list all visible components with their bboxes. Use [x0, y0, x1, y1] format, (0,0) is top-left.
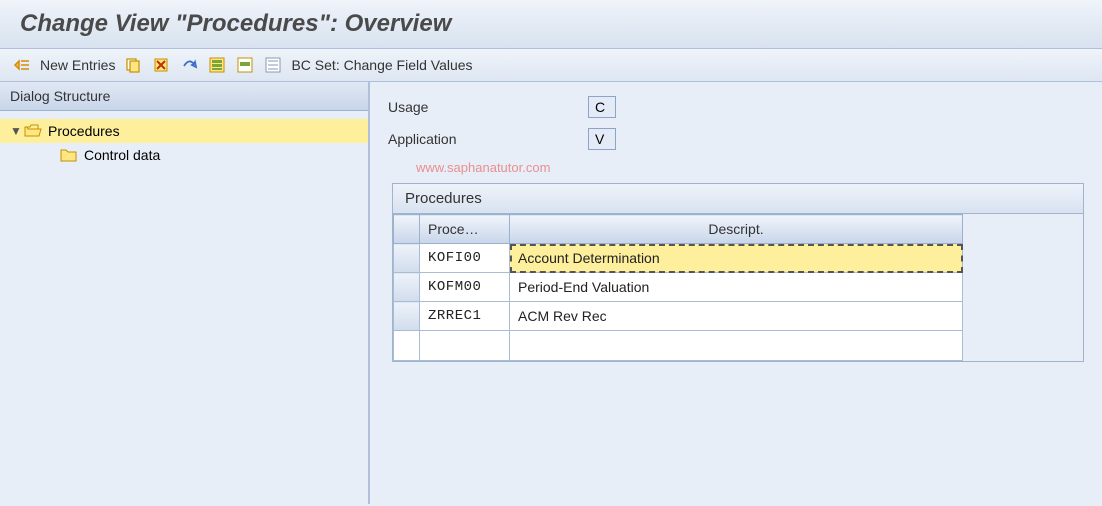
title-bar: Change View "Procedures": Overview [0, 0, 1102, 49]
content: Usage Application www.saphanatutor.com P… [370, 82, 1102, 504]
table-title: Procedures [393, 184, 1083, 214]
delete-icon[interactable] [151, 55, 171, 75]
sidebar-header: Dialog Structure [0, 82, 368, 111]
new-entries-button[interactable]: New Entries [40, 57, 115, 73]
table-row[interactable]: KOFM00Period-End Valuation [394, 273, 963, 302]
folder-open-icon [24, 124, 44, 138]
usage-label: Usage [388, 99, 588, 115]
page-title: Change View "Procedures": Overview [20, 10, 451, 37]
field-application: Application [388, 128, 1084, 150]
cell-procedure[interactable]: KOFM00 [420, 273, 510, 302]
col-description[interactable]: Descript. [510, 215, 963, 244]
cell-description[interactable]: Period-End Valuation [510, 273, 963, 302]
tree: ▼ Procedures Control data [0, 111, 368, 175]
toolbar: New Entries BC Set: Change Field Values [0, 49, 1102, 82]
deselect-all-icon[interactable] [263, 55, 283, 75]
table-row-empty [394, 331, 963, 361]
copy-icon[interactable] [123, 55, 143, 75]
toggle-icon[interactable] [12, 55, 32, 75]
procedures-table: Proce… Descript. KOFI00Account Determina… [393, 214, 963, 361]
row-select[interactable] [394, 273, 420, 302]
folder-icon [60, 148, 80, 162]
main-area: Dialog Structure ▼ Procedures Control da… [0, 82, 1102, 504]
col-select[interactable] [394, 215, 420, 244]
bc-set-button[interactable]: BC Set: Change Field Values [291, 57, 472, 73]
sidebar: Dialog Structure ▼ Procedures Control da… [0, 82, 370, 504]
tree-label: Procedures [48, 123, 120, 139]
application-label: Application [388, 131, 588, 147]
tree-toggle-icon[interactable]: ▼ [10, 124, 24, 138]
col-procedure[interactable]: Proce… [420, 215, 510, 244]
select-all-icon[interactable] [207, 55, 227, 75]
table-row[interactable]: KOFI00Account Determination [394, 244, 963, 273]
cell-description[interactable]: ACM Rev Rec [510, 302, 963, 331]
table-row[interactable]: ZRREC1ACM Rev Rec [394, 302, 963, 331]
undo-icon[interactable] [179, 55, 199, 75]
application-input[interactable] [588, 128, 616, 150]
row-select[interactable] [394, 244, 420, 273]
tree-item-control-data[interactable]: Control data [0, 143, 368, 167]
usage-input[interactable] [588, 96, 616, 118]
cell-description[interactable]: Account Determination [510, 244, 963, 273]
select-block-icon[interactable] [235, 55, 255, 75]
cell-procedure[interactable]: ZRREC1 [420, 302, 510, 331]
field-usage: Usage [388, 96, 1084, 118]
watermark-text: www.saphanatutor.com [416, 160, 1084, 175]
tree-label: Control data [84, 147, 160, 163]
procedures-table-wrap: Procedures Proce… Descript. KOFI00Accoun… [392, 183, 1084, 362]
tree-item-procedures[interactable]: ▼ Procedures [0, 119, 368, 143]
cell-procedure[interactable]: KOFI00 [420, 244, 510, 273]
row-select[interactable] [394, 302, 420, 331]
